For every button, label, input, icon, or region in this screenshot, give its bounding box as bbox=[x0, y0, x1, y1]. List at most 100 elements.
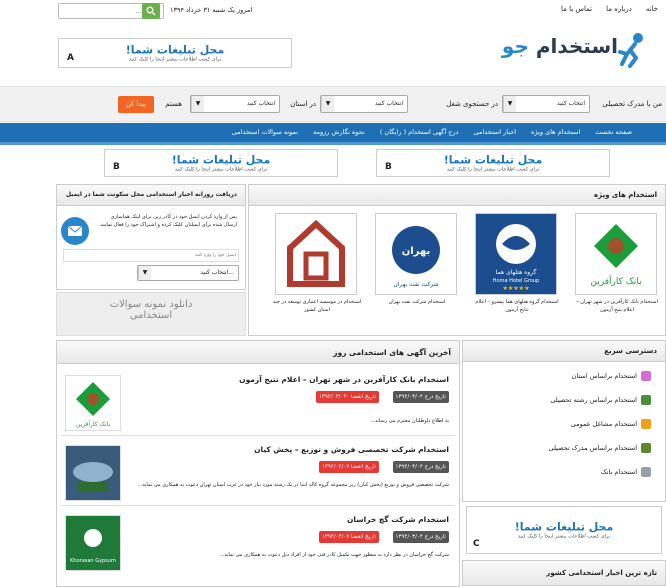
latest-jobs-title: آخرین آگهی های استخدامی روز bbox=[333, 348, 451, 357]
quick-access-title: دسترسی سریع bbox=[604, 347, 657, 355]
quick-item-province[interactable]: استخدام براساس استان bbox=[572, 369, 651, 383]
karafarin-logo: بانک کارآفرین bbox=[590, 224, 642, 287]
newest-news-panel: تازه ترین اخبار استخدامی کشور bbox=[462, 560, 666, 586]
label-am: هستم bbox=[165, 100, 182, 108]
newsletter-title: دریافت روزانه اخبار استخدامی محل سکونت ش… bbox=[65, 191, 237, 198]
tosee-logo bbox=[287, 219, 345, 287]
tools-icon bbox=[641, 419, 651, 429]
ad-banner-b-left[interactable]: محل تبلیغات شما! برای کسب اطلاعات بیشتر … bbox=[104, 149, 338, 177]
ad-banner-b-right[interactable]: محل تبلیغات شما! برای کسب اطلاعات بیشتر … bbox=[376, 149, 610, 177]
job-description: شرکت گچ خراسان در نظر دارد به منظور جهت … bbox=[219, 552, 449, 558]
logo-caption: شرکت نفت بهران bbox=[393, 281, 438, 288]
special-jobs-panel: استخدام های ویژه بانک کارآفرین گروه هتله… bbox=[248, 184, 666, 336]
label-field: در جستجوی شغل bbox=[446, 100, 498, 108]
job-thumbnail[interactable]: Khorasan Gypsum bbox=[65, 515, 121, 571]
job-card-logo[interactable]: گروه هتلهای هما Homa Hotel Group ★★★★★ bbox=[475, 213, 557, 295]
date-posted-badge: تاریخ درج ۱۳۹۴/۰۳/۰۴ bbox=[392, 461, 449, 473]
svg-text:★★★★★: ★★★★★ bbox=[503, 285, 530, 292]
job-card-caption[interactable]: استخدام بانک کارآفرین در شهر تهران – اعل… bbox=[572, 298, 662, 314]
email-field[interactable] bbox=[63, 249, 239, 262]
job-card-logo[interactable]: بهران شرکت نفت بهران bbox=[375, 213, 457, 295]
newest-news-title: تازه ترین اخبار استخدامی کشور bbox=[546, 569, 657, 577]
ad-banner-c[interactable]: محل تبلیغات شما! برای کسب اطلاعات بیشتر … bbox=[466, 506, 662, 554]
homa-logo: گروه هتلهای هما Homa Hotel Group ★★★★★ bbox=[476, 214, 556, 294]
job-title[interactable]: استخدام بانک کارآفرین در شهر تهران – اعل… bbox=[239, 375, 449, 384]
mail-icon bbox=[61, 217, 89, 245]
quick-item-degree[interactable]: استخدام براساس مدرک تحصیلی bbox=[549, 441, 651, 455]
ad-subtitle: برای کسب اطلاعات بیشتر اینجا را کلیک کنی… bbox=[128, 56, 222, 63]
nav-post-ad[interactable]: درج آگهی استخدام ( رایگان ) bbox=[380, 128, 459, 136]
label-province: در استان bbox=[290, 100, 316, 108]
quick-access-panel: دسترسی سریع استخدام براساس استان استخدام… bbox=[462, 340, 666, 502]
label-degree: من با مدرک تحصیلی bbox=[602, 100, 662, 108]
job-thumbnail[interactable] bbox=[65, 445, 121, 501]
thumb-caption: Khorasan Gypsum bbox=[70, 558, 116, 564]
latest-jobs-panel: آخرین آگهی های استخدامی روز استخدام بانک… bbox=[56, 340, 460, 587]
job-description: به اطلاع داوطلبان محترم می رساند... bbox=[370, 418, 449, 424]
job-card-caption[interactable]: استخدام گروه هتلهای هما پیشرو – اعلام نت… bbox=[472, 298, 562, 314]
job-card-logo[interactable]: بانک کارآفرین bbox=[575, 213, 657, 295]
nav-news[interactable]: اخبار استخدامی bbox=[474, 128, 517, 136]
logo-caption: گروه هتلهای هما bbox=[496, 268, 537, 276]
job-card-logo[interactable] bbox=[275, 213, 357, 295]
job-title[interactable]: استخدام شرکت تخصصی فروش و توزیع – پخش کی… bbox=[254, 445, 449, 454]
job-card-caption[interactable]: استخدام در موسسه اعتباری توسعه در چند اس… bbox=[272, 298, 362, 314]
job-filter-bar: من با مدرک تحصیلی انتخاب کنید ▼ در جستجو… bbox=[0, 86, 666, 122]
search-icon bbox=[146, 6, 156, 16]
nav-sample-questions[interactable]: نمونه سوالات استخدامی bbox=[232, 128, 298, 136]
field-select[interactable]: انتخاب کنید ▼ bbox=[320, 95, 408, 113]
logo-brand: استخدام bbox=[535, 34, 618, 58]
thumb-caption: بانک کارآفرین bbox=[76, 419, 110, 428]
find-button[interactable]: پیدا کن bbox=[118, 96, 154, 113]
link-home[interactable]: خانه bbox=[646, 5, 658, 13]
province-select[interactable]: انتخاب کنید ▼ bbox=[190, 95, 280, 113]
job-title[interactable]: استخدام شرکت گچ خراسان bbox=[347, 515, 449, 524]
book-icon bbox=[641, 395, 651, 405]
nav-home[interactable]: صفحه نخست bbox=[595, 128, 632, 136]
site-logo[interactable]: استخدام جو bbox=[502, 28, 648, 74]
quick-item-field[interactable]: استخدام براساس رشته تحصیلی bbox=[550, 393, 651, 407]
runner-icon bbox=[618, 33, 643, 68]
link-contact[interactable]: تماس با ما bbox=[561, 5, 592, 13]
sample-questions-banner[interactable]: دانلود نمونه سوالات استخدامی bbox=[56, 292, 246, 336]
chevron-down-icon: ▼ bbox=[138, 266, 151, 280]
divider bbox=[61, 505, 455, 506]
search-button[interactable] bbox=[142, 3, 160, 19]
top-links: خانه درباره ما تماس با ما bbox=[561, 5, 658, 13]
certificate-icon bbox=[641, 443, 651, 453]
quick-item-general[interactable]: استخدام مشاغل عمومی bbox=[571, 417, 651, 431]
date-posted-badge: تاریخ درج ۱۳۹۴/۰۳/۰۴ bbox=[392, 391, 449, 403]
ad-letter: A bbox=[67, 53, 74, 63]
date-text: امروز یک شنبه ۳۱ خرداد ۱۳۹۴ bbox=[170, 6, 253, 14]
date-expire-badge: تاریخ انقضا ۱۳۹۴/۰۴/۰۷ bbox=[318, 461, 379, 473]
date-posted-badge: تاریخ درج ۱۳۹۴/۰۳/۰۴ bbox=[392, 531, 449, 543]
job-description: شرکت تخصصی فروش و توزیع (پخش کیان) زیر م… bbox=[137, 482, 449, 488]
date-expire-badge: تاریخ انقضا ۱۳۹۴/۰۳/۰۳۰ bbox=[315, 391, 379, 403]
nav-resume[interactable]: نحوه نگارش رزومه bbox=[313, 128, 365, 136]
newsletter-panel: دریافت روزانه اخبار استخدامی محل سکونت ش… bbox=[56, 184, 246, 290]
job-card-caption[interactable]: استخدام شرکت نفت بهران bbox=[372, 298, 462, 306]
logo-caption-en: Homa Hotel Group bbox=[493, 278, 539, 284]
pin-icon bbox=[641, 371, 651, 381]
job-thumbnail[interactable]: بانک کارآفرین bbox=[65, 375, 121, 431]
nav-special-jobs[interactable]: استخدام های ویژه bbox=[531, 128, 580, 136]
ad-banner-a[interactable]: محل تبلیغات شما! برای کسب اطلاعات بیشتر … bbox=[58, 38, 292, 68]
svg-text:بهران: بهران bbox=[402, 246, 431, 257]
link-about[interactable]: درباره ما bbox=[606, 5, 632, 13]
province-select-newsletter[interactable]: ...انتخاب کنید ▼ bbox=[137, 265, 239, 281]
chevron-down-icon: ▼ bbox=[191, 96, 204, 112]
main-nav: صفحه نخست استخدام های ویژه اخبار استخدام… bbox=[0, 123, 666, 145]
ad-title: محل تبلیغات شما! bbox=[125, 43, 225, 57]
logo-suffix: جو bbox=[501, 34, 529, 58]
behran-logo: بهران شرکت نفت بهران bbox=[392, 226, 440, 288]
date-expire-badge: تاریخ انقضا ۱۳۹۴/۰۴/۰۷ bbox=[318, 531, 379, 543]
degree-select[interactable]: انتخاب کنید ▼ bbox=[502, 95, 590, 113]
chevron-down-icon: ▼ bbox=[321, 96, 334, 112]
special-jobs-title: استخدام های ویژه bbox=[594, 191, 657, 199]
newsletter-text: پس از وارد کردن ایمیل خود در کادر زیر، ب… bbox=[99, 214, 237, 228]
logo-caption: بانک کارآفرین bbox=[590, 275, 641, 287]
quick-item-bank[interactable]: استخدام بانک bbox=[601, 465, 651, 479]
top-bar: خانه درباره ما تماس با ما امروز یک شنبه … bbox=[0, 0, 666, 22]
job-item[interactable]: استخدام شرکت گچ خراسان تاریخ درج ۱۳۹۴/۰۳… bbox=[57, 511, 457, 587]
divider bbox=[61, 435, 455, 436]
